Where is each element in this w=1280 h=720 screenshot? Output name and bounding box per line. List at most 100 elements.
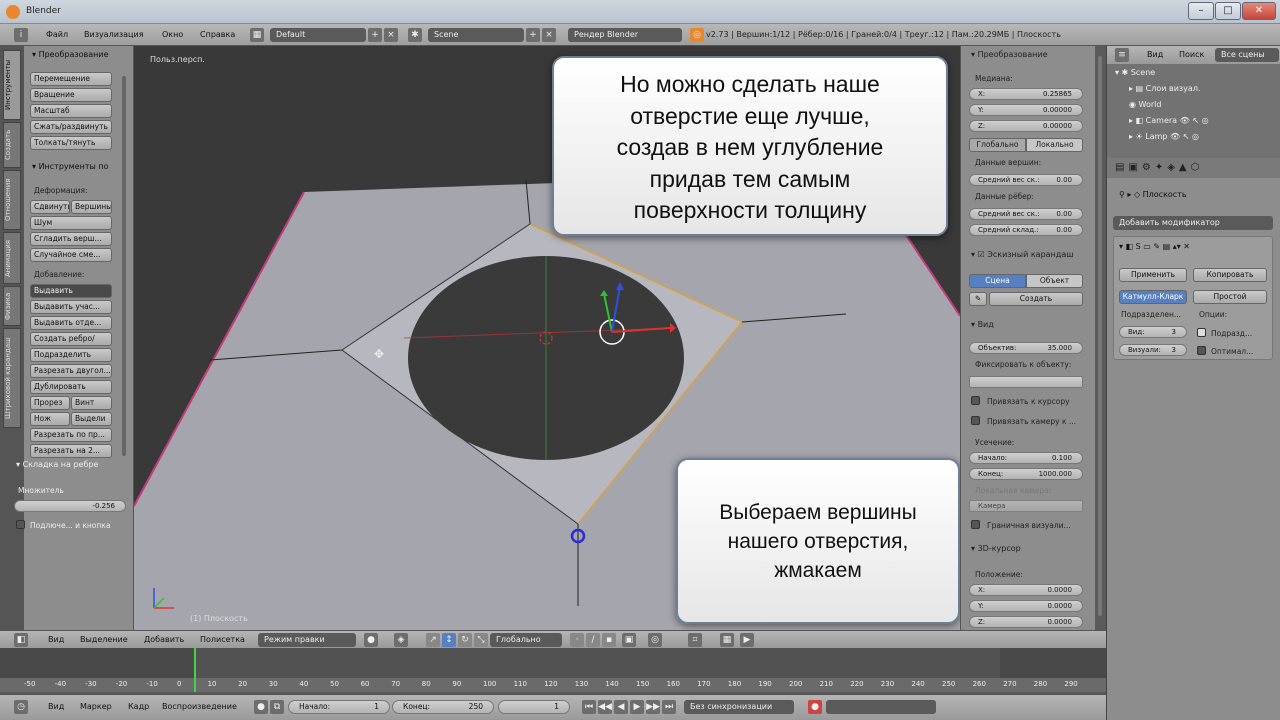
screw-button[interactable]: Винт (71, 396, 112, 410)
global-toggle[interactable]: Глобально (969, 138, 1026, 152)
maximize-button[interactable]: □ (1215, 2, 1241, 20)
snap-icon[interactable]: ⌗ (688, 633, 702, 647)
outliner-scene[interactable]: ▾ ✱ Scene (1115, 68, 1155, 77)
gp-scene-toggle[interactable]: Сцена (969, 274, 1026, 288)
cursor-z-field[interactable]: Z: 0.0000 (969, 616, 1083, 628)
gp-object-toggle[interactable]: Объект (1026, 274, 1083, 288)
scene-icon[interactable]: ✱ (408, 28, 422, 42)
proportional-edit-icon[interactable]: ◎ (648, 633, 662, 647)
jump-end-icon[interactable]: ⏭ (662, 700, 676, 714)
local-toggle[interactable]: Локально (1026, 138, 1083, 152)
operator-panel-title[interactable]: ▾ Складка на ребре (16, 460, 98, 469)
median-y-field[interactable]: Y: 0.00000 (969, 104, 1083, 116)
view3d-editor-icon[interactable]: ◧ (14, 633, 28, 647)
grease-pencil-check-icon[interactable]: ☑ (978, 250, 985, 259)
sync-mode-select[interactable]: Без синхронизации (684, 700, 794, 714)
render-levels-field[interactable]: Визуали: 3 (1119, 344, 1187, 356)
vertex-bevel-weight-field[interactable]: Средний вес ск.: 0.00 (969, 174, 1083, 186)
scale-manipulator-icon[interactable]: ⤡ (474, 633, 488, 647)
make-edge-face-button[interactable]: Создать ребро/ (30, 332, 112, 346)
layout-remove-icon[interactable]: × (384, 28, 398, 42)
gp-new-button[interactable]: Создать (989, 292, 1083, 306)
simple-toggle[interactable]: Простой (1193, 290, 1267, 304)
menu-render[interactable]: Визуализация (84, 28, 144, 42)
tab-animation[interactable]: Анимация (3, 232, 21, 284)
modifier-header-icons[interactable]: ▾ ◧ S ▭ ✎ ▤ ▴▾ ✕ (1119, 242, 1190, 251)
tab-grease-pencil[interactable]: Штриховой карандаш (3, 328, 21, 428)
extrude-select[interactable]: Выдавить (30, 284, 112, 298)
add-modifier-select[interactable]: Добавить модификатор (1113, 216, 1273, 230)
tab-relations[interactable]: Отношения (3, 170, 21, 230)
lock-cursor-checkbox[interactable] (971, 396, 980, 405)
jump-start-icon[interactable]: ⏮ (582, 700, 596, 714)
scale-button[interactable]: Масштаб (30, 104, 112, 118)
view3d-menu-mesh[interactable]: Полисетка (200, 634, 245, 646)
translate-manipulator-icon[interactable]: ↕ (442, 633, 456, 647)
median-z-field[interactable]: Z: 0.00000 (969, 120, 1083, 132)
timeline-menu-frame[interactable]: Кадр (128, 702, 149, 711)
render-border-checkbox[interactable] (971, 520, 980, 529)
translate-button[interactable]: Перемещение (30, 72, 112, 86)
subdivide-button[interactable]: Подразделить (30, 348, 112, 362)
vertex-slide-button[interactable]: Вершины (71, 200, 112, 214)
auto-keying-icon[interactable]: ● (808, 700, 822, 714)
viewport-shading-icon[interactable]: ● (364, 633, 378, 647)
editor-type-icon[interactable]: i (14, 28, 28, 42)
edge-select-mode-icon[interactable]: / (586, 633, 600, 647)
keying-set-field[interactable] (826, 700, 936, 714)
lock-camera-checkbox[interactable] (971, 416, 980, 425)
outliner-view-menu[interactable]: Вид (1147, 48, 1163, 62)
view3d-menu-select[interactable]: Выделение (80, 634, 128, 646)
outliner-world[interactable]: ◉ World (1129, 100, 1161, 109)
tab-physics[interactable]: Физика (3, 286, 21, 326)
pencil-icon[interactable]: ✎ (969, 292, 987, 306)
multiplier-field[interactable]: -0.256 (14, 500, 126, 512)
timeline[interactable]: -50 -40 -30 -20 -10 0 10 20 30 40 50 60 70 80 90 100 110… (0, 648, 1106, 694)
outliner-camera[interactable]: ▸ ◧ Camera 👁 ↖ ◎ (1129, 116, 1209, 125)
timeline-menu-marker[interactable]: Маркер (80, 702, 112, 711)
vertex-select-mode-icon[interactable]: · (570, 633, 584, 647)
bisect-button[interactable]: Разрезать на 2... (30, 444, 112, 458)
catmull-clark-toggle[interactable]: Катмулл-Кларк (1119, 290, 1187, 304)
timeline-ruler[interactable]: -50 -40 -30 -20 -10 0 10 20 30 40 50 60 70 80 90 100 110… (0, 678, 1106, 692)
render-animation-icon[interactable]: ▶ (740, 633, 754, 647)
smooth-vertex-button[interactable]: Сгладить верш... (30, 232, 112, 246)
local-camera-field[interactable]: Камера (969, 500, 1083, 512)
select-knife-button[interactable]: Выдели (71, 412, 112, 426)
grease-pencil-title[interactable]: ▾ ☑ Эскизный карандаш (971, 250, 1074, 259)
tab-create[interactable]: Создать (3, 122, 21, 168)
record-icon[interactable]: ● (254, 700, 268, 714)
render-preview-icon[interactable]: ▦ (720, 633, 734, 647)
apply-button[interactable]: Применить (1119, 268, 1187, 282)
view-panel-title[interactable]: ▾ Вид (971, 320, 994, 329)
outliner-render-layers[interactable]: ▸ ▤ Слои визуал. (1129, 84, 1200, 93)
close-button[interactable]: ✕ (1242, 2, 1276, 20)
minimize-button[interactable]: – (1188, 2, 1214, 20)
scene-select[interactable]: Scene (428, 28, 524, 42)
face-select-mode-icon[interactable]: ▪ (602, 633, 616, 647)
pivot-point-icon[interactable]: ◈ (394, 633, 408, 647)
npanel-scrollbar[interactable] (1098, 56, 1102, 616)
jump-keyframe-forward-icon[interactable]: ▶▶ (646, 700, 660, 714)
edge-bevel-weight-field[interactable]: Средний вес ск.: 0.00 (969, 208, 1083, 220)
orientation-select[interactable]: Глобально (490, 633, 562, 647)
preview-range-icon[interactable]: ⧉ (270, 700, 284, 714)
outliner-display-select[interactable]: Все сцены (1215, 48, 1279, 62)
tab-tools[interactable]: Инструменты (3, 50, 21, 120)
toolshelf-scrollbar[interactable] (122, 76, 126, 456)
extrude-individual-button[interactable]: Выдавить отде... (30, 316, 112, 330)
extrude-region-button[interactable]: Выдавить учас... (30, 300, 112, 314)
scene-add-icon[interactable]: + (526, 28, 540, 42)
duplicate-button[interactable]: Дублировать (30, 380, 112, 394)
timeline-editor-icon[interactable]: ◷ (14, 700, 28, 714)
slide-button[interactable]: Сдвинуть (30, 200, 70, 214)
scene-remove-icon[interactable]: × (542, 28, 556, 42)
noise-button[interactable]: Шум (30, 216, 112, 230)
play-reverse-icon[interactable]: ◀ (614, 700, 628, 714)
view-levels-field[interactable]: Вид: 3 (1119, 326, 1187, 338)
frame-start-field[interactable]: Начало: 1 (288, 700, 390, 714)
shrink-fatten-button[interactable]: Сжать/раздвинуть (30, 120, 112, 134)
edge-crease-field[interactable]: Средний склад.: 0.00 (969, 224, 1083, 236)
snap-checkbox[interactable] (16, 520, 25, 529)
push-pull-button[interactable]: Толкать/тянуть (30, 136, 112, 150)
